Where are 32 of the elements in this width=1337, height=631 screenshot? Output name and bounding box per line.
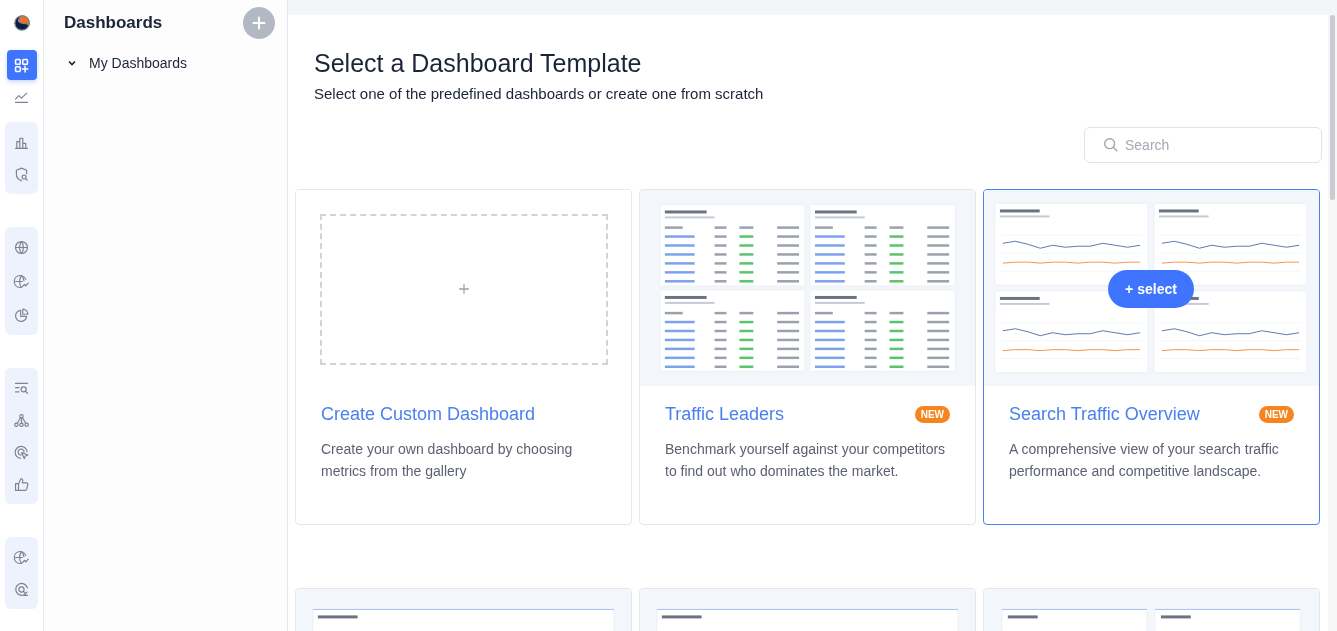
tree-item[interactable]: My Dashboards: [44, 53, 188, 73]
new-badge: NEW: [914, 406, 950, 423]
thumbs-up-icon: [13, 475, 30, 493]
page-title: Select a Dashboard Template: [314, 49, 643, 78]
card-title: Traffic Leaders: [665, 404, 785, 425]
plus-icon: [250, 14, 268, 32]
search-circle-icon: [13, 580, 30, 598]
card-title: Search Traffic Overview: [1009, 404, 1200, 425]
card-description: A comprehensive view of your search traffic performance and competitive landscape.: [1009, 440, 1280, 481]
sidebar-title: Dashboards: [64, 13, 163, 33]
pie-chart-icon: [13, 306, 30, 324]
scrollbar[interactable]: [1328, 15, 1337, 631]
add-button[interactable]: [243, 7, 275, 39]
search-field[interactable]: Search: [1084, 127, 1322, 163]
logo[interactable]: [12, 14, 31, 32]
cursor-target-icon: [13, 443, 30, 461]
globe-trend-icon: [13, 548, 30, 566]
shield-search-icon: [13, 165, 30, 183]
hierarchy-icon: [13, 411, 30, 429]
card-description: Create your own dashboard by choosing metrics from the gallery: [321, 440, 574, 481]
dashboard-add-icon: [13, 56, 30, 74]
template-card[interactable]: + select Search Traffic Overview NEW A comprehensive view of your search traffic performance and competitive landscape.: [983, 189, 1320, 525]
globe-trend-icon: [13, 272, 30, 290]
globe-icon: [13, 238, 30, 256]
select-button[interactable]: + select: [1108, 270, 1194, 308]
new-badge: NEW: [1258, 406, 1294, 423]
card-title: Create Custom Dashboard: [321, 404, 536, 425]
nav-button[interactable]: [6, 50, 37, 80]
template-card[interactable]: Traffic Leaders NEW Benchmark yourself against your competitors to find out who dominates the market.: [639, 189, 976, 525]
card-description: Benchmark yourself against your competitors to find out who dominates the market.: [665, 440, 947, 481]
page-subtitle: Select one of the predefined dashboards or create one from scratch: [314, 85, 765, 102]
template-card[interactable]: Create Custom Dashboard Create your own dashboard by choosing metrics from the gallery: [295, 189, 632, 525]
